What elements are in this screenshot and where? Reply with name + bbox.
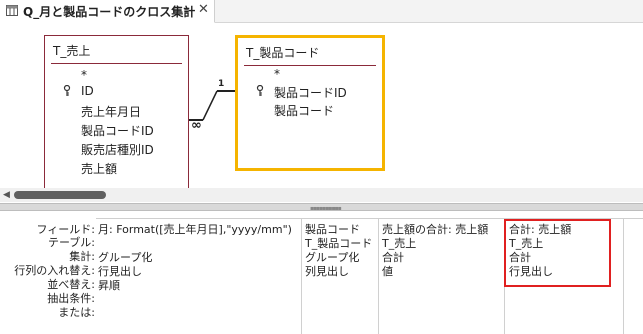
grid-cell-crosstab[interactable]: 列見出し xyxy=(305,263,349,279)
column-separator xyxy=(378,219,379,334)
table-sales[interactable]: T_売上 * ID 売上年月日 製品コードID 販売店種別ID 売上額 xyxy=(44,35,189,201)
grid-cell-sort[interactable]: 昇順 xyxy=(98,277,120,293)
field-item[interactable]: 製品コードID xyxy=(274,84,347,101)
field-item[interactable]: 売上年月日 xyxy=(81,103,141,120)
grid-cell-crosstab[interactable]: 値 xyxy=(382,263,393,279)
field-item[interactable]: 製品コード xyxy=(274,102,334,119)
field-item[interactable]: 売上額 xyxy=(81,160,117,177)
query-tab[interactable]: Q_月と製品コードのクロス集計 ✕ xyxy=(0,0,215,23)
field-item[interactable]: 製品コードID xyxy=(81,122,154,139)
column-separator xyxy=(623,219,624,334)
table-product-title: T_製品コード xyxy=(246,46,320,60)
query-tab-title: Q_月と製品コードのクロス集計 xyxy=(23,5,196,19)
horizontal-scrollbar[interactable]: ◀ xyxy=(0,188,643,202)
column-separator xyxy=(301,219,302,334)
field-item[interactable]: * xyxy=(81,68,87,82)
highlight-box xyxy=(504,219,611,287)
scroll-left-icon[interactable]: ◀ xyxy=(3,190,10,200)
primary-key-icon xyxy=(256,84,264,97)
relationship-one-label: 1 xyxy=(218,79,224,89)
table-product[interactable]: T_製品コード * 製品コードID 製品コード xyxy=(235,35,385,171)
primary-key-icon xyxy=(63,84,71,97)
grid-row-labels: フィールド: テーブル: 集計: 行列の入れ替え: 並べ替え: 抽出条件: また… xyxy=(0,221,95,333)
grid-cell-field[interactable]: 月: Format([売上年月日],"yyyy/mm") xyxy=(98,221,292,237)
query-icon xyxy=(6,5,18,16)
relationship-many-label: ∞ xyxy=(191,118,202,133)
query-design-pane: 1 ∞ T_売上 * ID 売上年月日 製品コードID 販売店種別ID 売上額 … xyxy=(0,23,643,201)
scroll-thumb[interactable] xyxy=(14,191,106,199)
close-icon[interactable]: ✕ xyxy=(198,2,209,17)
divider xyxy=(51,63,182,64)
field-item[interactable]: ID xyxy=(81,84,94,98)
field-item[interactable]: * xyxy=(274,67,280,81)
document-tab-bar: Q_月と製品コードのクロス集計 ✕ xyxy=(0,0,643,23)
field-item[interactable]: 販売店種別ID xyxy=(81,141,154,158)
divider xyxy=(244,65,376,66)
table-sales-title: T_売上 xyxy=(53,44,91,58)
row-label-or: または: xyxy=(58,306,95,319)
pane-splitter[interactable]: ▪▪▪▪▪▪▪▪▪▪ xyxy=(0,203,643,212)
